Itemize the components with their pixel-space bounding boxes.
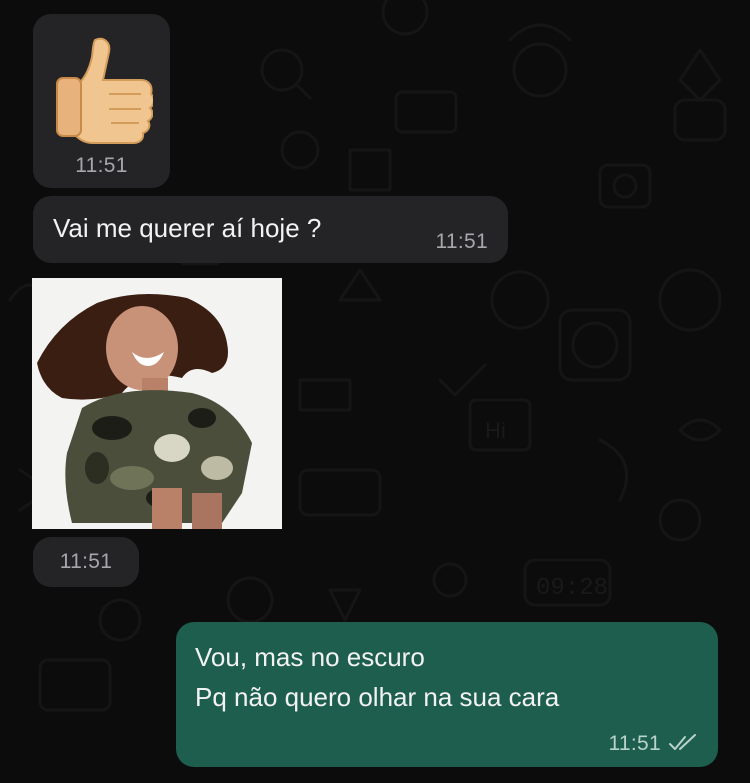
- gif-message-media[interactable]: [32, 278, 282, 529]
- message-text-line-2: Pq não quero olhar na sua cara: [195, 682, 560, 712]
- thumbs-up-icon: [56, 37, 153, 144]
- incoming-text-message[interactable]: Vai me querer aí hoje ? 11:51: [33, 196, 508, 263]
- outgoing-text-message[interactable]: Vou, mas no escuro Pq não quero olhar na…: [176, 622, 718, 767]
- message-time: 11:51: [59, 550, 113, 573]
- gif-time-pill: 11:51: [33, 537, 139, 587]
- gif-dancing-person-image: [32, 278, 282, 529]
- message-time: 11:51: [435, 230, 488, 253]
- message-time: 11:51: [75, 154, 128, 177]
- message-text: Vai me querer aí hoje ?: [53, 213, 322, 243]
- chat-screen: 09:28 Hi 11:51 Vai me querer aí hoje ? 1…: [0, 0, 750, 783]
- wallpaper-clock-text: 09:28: [536, 575, 608, 602]
- message-text-line-1: Vou, mas no escuro: [195, 642, 425, 672]
- wallpaper-hi-text: Hi: [485, 418, 506, 443]
- message-time: 11:51: [608, 732, 661, 755]
- read-double-check-icon: [669, 734, 696, 750]
- sticker-message[interactable]: 11:51: [33, 14, 170, 188]
